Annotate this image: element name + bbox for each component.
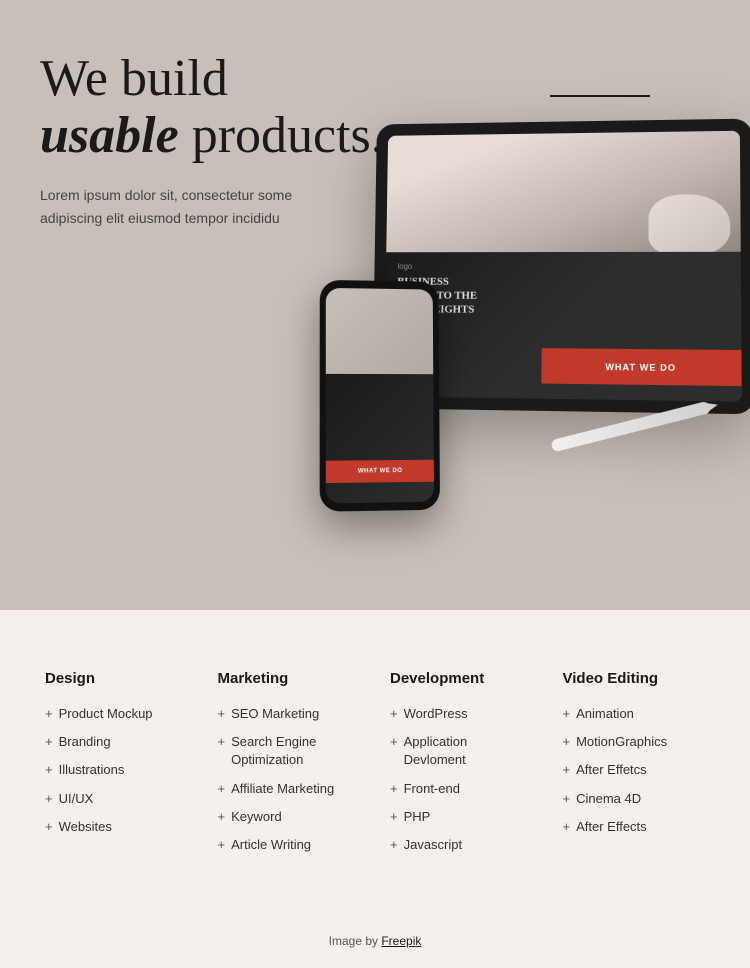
tablet-cta-text: WHAT WE DO bbox=[605, 361, 676, 372]
tablet-cta-bar: WHAT WE DO bbox=[542, 348, 742, 386]
footer-text: Image by bbox=[329, 934, 382, 948]
list-item: +Illustrations bbox=[45, 761, 188, 779]
service-category-design: Design +Product Mockup +Branding +Illust… bbox=[40, 670, 193, 864]
list-item: +Article Writing bbox=[218, 836, 361, 854]
headline-decorative-line bbox=[550, 95, 650, 97]
list-item: +UI/UX bbox=[45, 790, 188, 808]
list-item: +After Effetcs bbox=[563, 761, 706, 779]
phone-screen-bottom: WHAT WE DO bbox=[326, 373, 434, 503]
list-item: +SEO Marketing bbox=[218, 705, 361, 723]
list-item: +Javascript bbox=[390, 836, 533, 854]
services-section: Design +Product Mockup +Branding +Illust… bbox=[0, 610, 750, 914]
hero-section: We build usable products. Lorem ipsum do… bbox=[0, 0, 750, 580]
video-editing-service-list: +Animation +MotionGraphics +After Effetc… bbox=[563, 705, 706, 836]
phone-screen: WHAT WE DO bbox=[326, 288, 434, 504]
tablet-logo: logo bbox=[397, 262, 728, 271]
list-item: +WordPress bbox=[390, 705, 533, 723]
list-item: +Application Devloment bbox=[390, 733, 533, 769]
marketing-category-title: Marketing bbox=[218, 670, 361, 687]
list-item: +Websites bbox=[45, 818, 188, 836]
phone-screen-top bbox=[326, 288, 434, 385]
list-item: +Affiliate Marketing bbox=[218, 780, 361, 798]
video-editing-category-title: Video Editing bbox=[563, 670, 706, 687]
marketing-service-list: +SEO Marketing +Search Engine Optimizati… bbox=[218, 705, 361, 854]
tablet-keyboard-visual bbox=[386, 131, 741, 265]
tablet-screen-top bbox=[386, 131, 741, 265]
service-category-marketing: Marketing +SEO Marketing +Search Engine … bbox=[213, 670, 366, 864]
tablet-tagline: BUSINESSTAKEN TO THENEW HEIGHTS bbox=[397, 275, 729, 319]
development-service-list: +WordPress +Application Devloment +Front… bbox=[390, 705, 533, 854]
list-item: +Front-end bbox=[390, 780, 533, 798]
phone-mockup: WHAT WE DO bbox=[320, 280, 440, 512]
list-item: +Cinema 4D bbox=[563, 790, 706, 808]
list-item: +Keyword bbox=[218, 808, 361, 826]
phone-cta-text: WHAT WE DO bbox=[358, 468, 403, 475]
tablet-pencil bbox=[550, 401, 711, 453]
device-mockup-group: logo BUSINESSTAKEN TO THENEW HEIGHTS WHA… bbox=[290, 100, 750, 520]
list-item: +Search Engine Optimization bbox=[218, 733, 361, 769]
services-grid: Design +Product Mockup +Branding +Illust… bbox=[40, 670, 710, 864]
list-item: +Branding bbox=[45, 733, 188, 751]
list-item: +Product Mockup bbox=[45, 705, 188, 723]
footer-credit: Image by Freepik bbox=[0, 914, 750, 968]
headline-line1: We build bbox=[40, 50, 228, 107]
list-item: +Animation bbox=[563, 705, 706, 723]
headline-bold: usable bbox=[40, 107, 179, 164]
list-item: +PHP bbox=[390, 808, 533, 826]
service-category-development: Development +WordPress +Application Devl… bbox=[385, 670, 538, 864]
list-item: +After Effects bbox=[563, 818, 706, 836]
design-service-list: +Product Mockup +Branding +Illustrations… bbox=[45, 705, 188, 836]
phone-cta-bar: WHAT WE DO bbox=[326, 460, 434, 483]
design-category-title: Design bbox=[45, 670, 188, 687]
footer-link[interactable]: Freepik bbox=[381, 934, 421, 948]
list-item: +MotionGraphics bbox=[563, 733, 706, 751]
development-category-title: Development bbox=[390, 670, 533, 687]
service-category-video-editing: Video Editing +Animation +MotionGraphics… bbox=[558, 670, 711, 864]
